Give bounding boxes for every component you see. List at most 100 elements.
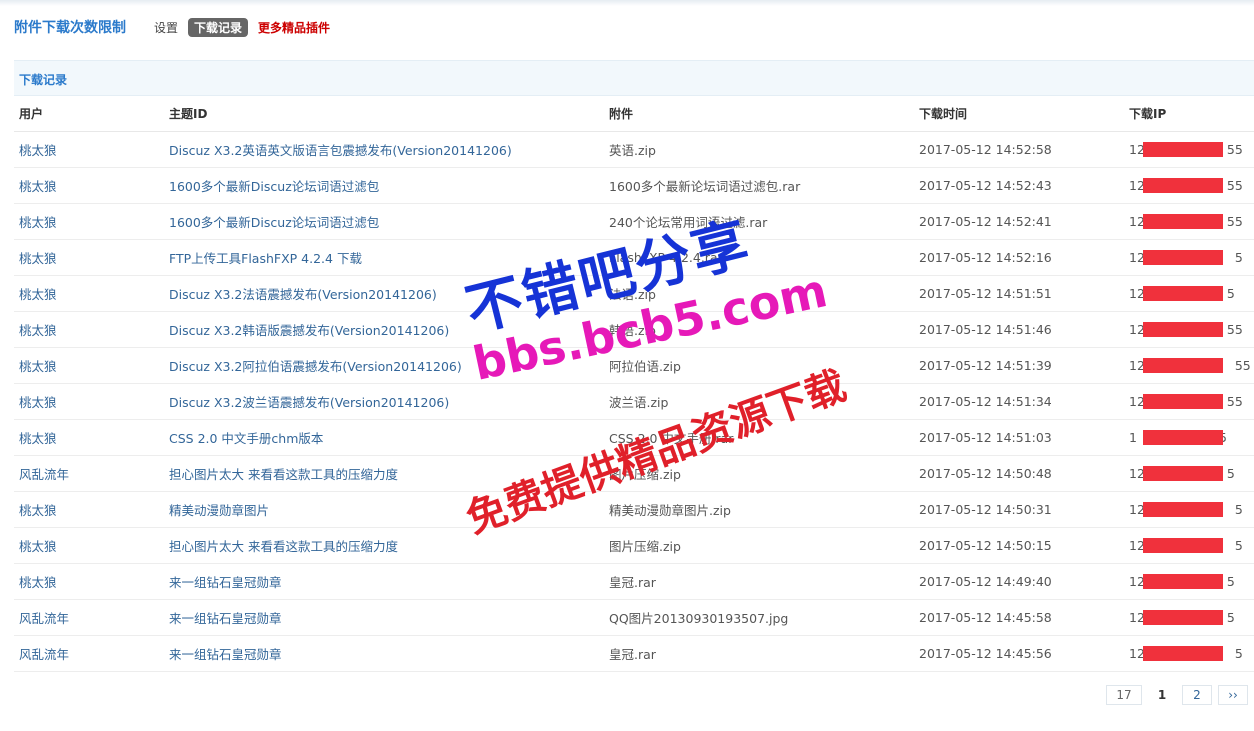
ip-value: 127 5 [1129, 250, 1243, 265]
row-download-ip: 127 5 [1124, 239, 1254, 276]
row-topic-link[interactable]: CSS 2.0 中文手册chm版本 [164, 419, 604, 456]
ip-redaction-mask [1143, 142, 1223, 157]
table-row: 桃太狼 Discuz X3.2英语英文版语言包震撼发布(Version201412… [14, 131, 1254, 168]
ip-redaction-mask [1143, 250, 1223, 265]
ip-value: 127 55 [1129, 358, 1251, 373]
ip-prefix: 1 [1129, 430, 1137, 445]
more-plugins-link[interactable]: 更多精品插件 [258, 19, 330, 36]
row-user-link[interactable]: 风乱流年 [14, 455, 164, 492]
row-download-ip: 15 [1124, 419, 1254, 456]
row-user-link[interactable]: 桃太狼 [14, 419, 164, 456]
row-user-link[interactable]: 桃太狼 [14, 131, 164, 168]
row-user-link[interactable]: 桃太狼 [14, 347, 164, 384]
table-row: 桃太狼 来一组钻石皇冠勋章 皇冠.rar 2017-05-12 14:49:40 12 5 [14, 563, 1254, 600]
row-topic-link[interactable]: 担心图片太大 来看看这款工具的压缩力度 [164, 455, 604, 492]
table-row: 风乱流年 来一组钻石皇冠勋章 QQ图片20130930193507.jpg 2017-… [14, 599, 1254, 636]
row-download-time: 2017-05-12 14:51:34 [914, 383, 1124, 420]
row-topic-link[interactable]: 精美动漫勋章图片 [164, 491, 604, 528]
row-topic-link[interactable]: 来一组钻石皇冠勋章 [164, 635, 604, 672]
row-user-link[interactable]: 桃太狼 [14, 527, 164, 564]
row-user-link[interactable]: 桃太狼 [14, 167, 164, 204]
row-user-link[interactable]: 桃太狼 [14, 239, 164, 276]
ip-value: 12 55 [1129, 394, 1243, 409]
ip-redaction-mask [1143, 322, 1223, 337]
ip-value: 127 5 [1129, 646, 1243, 661]
row-attachment-name: FlashFXP 4.2.4.rar [604, 239, 914, 276]
row-user-link[interactable]: 桃太狼 [14, 383, 164, 420]
ip-value: 12 5 [1129, 466, 1235, 481]
ip-redaction-mask [1143, 610, 1223, 625]
row-download-time: 2017-05-12 14:50:31 [914, 491, 1124, 528]
row-attachment-name: 法语.zip [604, 275, 914, 312]
ip-suffix: 5 [1226, 610, 1235, 625]
ip-redaction-mask [1143, 286, 1223, 301]
row-topic-link[interactable]: 1600多个最新Discuz论坛词语过滤包 [164, 167, 604, 204]
row-attachment-name: QQ图片20130930193507.jpg [604, 599, 914, 636]
ip-redaction-mask [1143, 358, 1223, 373]
ip-value: 127 5 [1129, 502, 1243, 517]
ip-value: 15 [1129, 430, 1227, 445]
row-attachment-name: 波兰语.zip [604, 383, 914, 420]
row-topic-link[interactable]: 1600多个最新Discuz论坛词语过滤包 [164, 203, 604, 240]
ip-redaction-mask [1143, 502, 1223, 517]
row-download-time: 2017-05-12 14:52:41 [914, 203, 1124, 240]
ip-redaction-mask [1143, 646, 1223, 661]
row-user-link[interactable]: 桃太狼 [14, 491, 164, 528]
ip-redaction-mask [1143, 466, 1223, 481]
ip-suffix: 55 [1226, 214, 1243, 229]
row-download-ip: 12 5 [1124, 599, 1254, 636]
row-attachment-name: 图片压缩.zip [604, 527, 914, 564]
next-page-button[interactable]: ›› [1218, 685, 1248, 705]
page-link-2[interactable]: 2 [1182, 685, 1212, 705]
ip-suffix: 5 [1234, 538, 1243, 553]
ip-redaction-mask [1143, 574, 1223, 589]
row-attachment-name: 皇冠.rar [604, 635, 914, 672]
table-row: 桃太狼 担心图片太大 来看看这款工具的压缩力度 图片压缩.zip 2017-05-12… [14, 527, 1254, 564]
row-download-ip: 12 55 [1124, 131, 1254, 168]
row-topic-link[interactable]: 担心图片太大 来看看这款工具的压缩力度 [164, 527, 604, 564]
row-topic-link[interactable]: Discuz X3.2法语震撼发布(Version20141206) [164, 275, 604, 312]
tab-settings[interactable]: 设置 [154, 19, 178, 36]
page-current: 1 [1148, 686, 1176, 704]
ip-suffix: 55 [1226, 322, 1243, 337]
row-attachment-name: 韩语.zip [604, 311, 914, 348]
column-header-topic: 主题ID [164, 96, 604, 132]
row-topic-link[interactable]: 来一组钻石皇冠勋章 [164, 563, 604, 600]
tab-download-records[interactable]: 下载记录 [188, 17, 249, 37]
ip-redaction-mask [1143, 430, 1223, 445]
row-topic-link[interactable]: 来一组钻石皇冠勋章 [164, 599, 604, 636]
row-user-link[interactable]: 桃太狼 [14, 563, 164, 600]
row-download-ip: 127 55 [1124, 347, 1254, 384]
row-download-ip: 127 5 [1124, 491, 1254, 528]
row-topic-link[interactable]: Discuz X3.2波兰语震撼发布(Version20141206) [164, 383, 604, 420]
column-header-user: 用户 [14, 96, 164, 132]
page-total-count: 17 [1106, 685, 1142, 705]
row-download-ip: 12 5 [1124, 563, 1254, 600]
row-user-link[interactable]: 桃太狼 [14, 311, 164, 348]
row-download-time: 2017-05-12 14:45:58 [914, 599, 1124, 636]
row-topic-link[interactable]: Discuz X3.2阿拉伯语震撼发布(Version20141206) [164, 347, 604, 384]
row-download-time: 2017-05-12 14:50:15 [914, 527, 1124, 564]
ip-redaction-mask [1143, 538, 1223, 553]
row-topic-link[interactable]: Discuz X3.2韩语版震撼发布(Version20141206) [164, 311, 604, 348]
row-user-link[interactable]: 桃太狼 [14, 275, 164, 312]
row-user-link[interactable]: 风乱流年 [14, 635, 164, 672]
pagination: 17 1 2 ›› [1106, 685, 1248, 705]
row-user-link[interactable]: 桃太狼 [14, 203, 164, 240]
row-attachment-name: CSS 2.0 中文手册.rar [604, 419, 914, 456]
table-row: 桃太狼 精美动漫勋章图片 精美动漫勋章图片.zip 2017-05-12 14:50:… [14, 491, 1254, 528]
row-attachment-name: 阿拉伯语.zip [604, 347, 914, 384]
row-download-ip: 127 5 [1124, 635, 1254, 672]
ip-suffix: 5 [1226, 286, 1235, 301]
row-attachment-name: 皇冠.rar [604, 563, 914, 600]
row-user-link[interactable]: 风乱流年 [14, 599, 164, 636]
ip-value: 12 5 [1129, 574, 1235, 589]
row-topic-link[interactable]: Discuz X3.2英语英文版语言包震撼发布(Version20141206) [164, 131, 604, 168]
ip-suffix: 5 [1234, 250, 1243, 265]
row-download-ip: 12 5 [1124, 455, 1254, 492]
row-topic-link[interactable]: FTP上传工具FlashFXP 4.2.4 下载 [164, 239, 604, 276]
row-download-ip: 12 55 [1124, 311, 1254, 348]
row-download-ip: 12 55 [1124, 167, 1254, 204]
top-gradient-bar [0, 0, 1254, 6]
column-header-time: 下载时间 [914, 96, 1124, 132]
